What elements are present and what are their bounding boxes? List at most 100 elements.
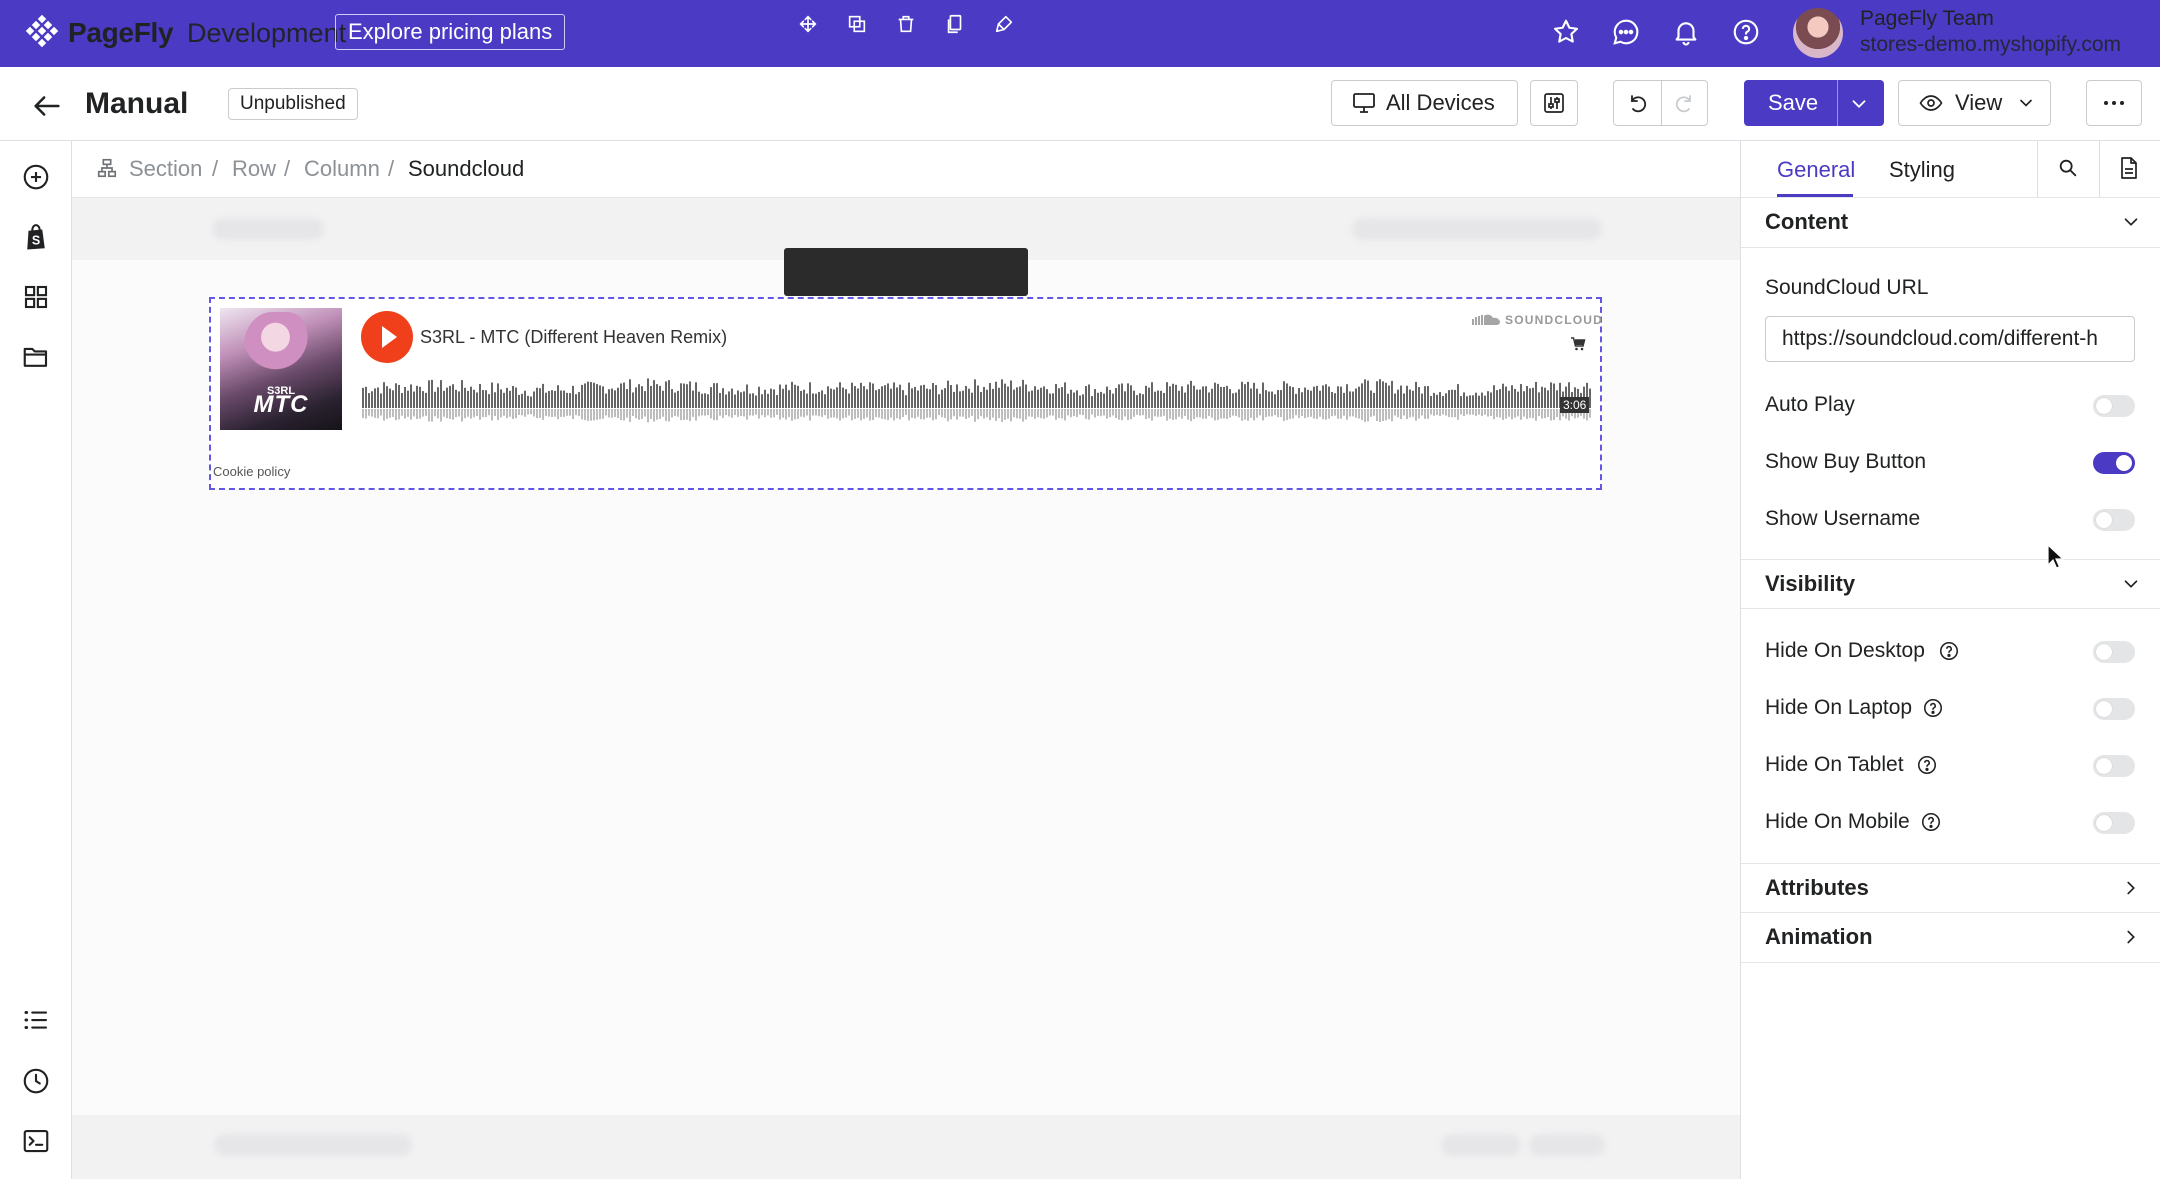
auto-play-toggle[interactable]	[2093, 395, 2135, 417]
layout-grid-icon[interactable]	[21, 282, 51, 312]
search-icon[interactable]	[2057, 157, 2079, 179]
hide-on-tablet-toggle[interactable]	[2093, 755, 2135, 777]
user-name[interactable]: PageFly Team	[1860, 5, 1994, 32]
cookie-policy-link[interactable]: Cookie policy	[213, 464, 290, 480]
folder-icon[interactable]	[21, 342, 51, 372]
track-artwork: S3RL MTC	[220, 308, 342, 430]
shopify-icon[interactable]: S	[21, 222, 51, 252]
show-username-toggle[interactable]	[2093, 509, 2135, 531]
help-icon[interactable]	[1920, 811, 1942, 833]
svg-text:S: S	[32, 234, 40, 248]
bell-icon[interactable]	[1671, 17, 1701, 47]
attributes-section-title: Attributes	[1765, 875, 1869, 900]
toggle-label: Hide On Desktop	[1765, 639, 1925, 662]
tab-styling[interactable]: Styling	[1889, 155, 1955, 185]
code-terminal-icon[interactable]	[21, 1126, 51, 1156]
placeholder-blur	[214, 1134, 412, 1156]
brand-name: PageFly	[68, 17, 174, 48]
help-icon[interactable]	[1922, 697, 1944, 719]
sliders-icon	[1542, 91, 1566, 115]
show-buy-button-toggle[interactable]	[2093, 452, 2135, 474]
more-dots-icon	[2101, 91, 2127, 115]
breadcrumb-soundcloud: Soundcloud	[408, 156, 525, 181]
chat-icon[interactable]	[1611, 17, 1641, 47]
play-button[interactable]	[361, 311, 413, 363]
more-options-button[interactable]	[2086, 80, 2142, 126]
explore-pricing-button[interactable]: Explore pricing plans	[335, 14, 566, 50]
animation-section-header[interactable]: Animation	[1741, 913, 2160, 963]
hide-on-mobile-toggle[interactable]	[2093, 812, 2135, 834]
hide-on-laptop-toggle[interactable]	[2093, 698, 2135, 720]
status-badge: Unpublished	[228, 88, 358, 120]
attributes-section-header[interactable]: Attributes	[1741, 863, 2160, 913]
breadcrumb-column[interactable]: Column	[304, 155, 380, 183]
soundcloud-url-input[interactable]: https://soundcloud.com/different-h	[1765, 316, 2135, 362]
pagefly-logo-icon[interactable]	[22, 14, 62, 54]
page-settings-button[interactable]	[1530, 80, 1578, 126]
waveform[interactable]	[362, 374, 1592, 429]
all-devices-label: All Devices	[1386, 90, 1495, 115]
undo-redo-group	[1613, 80, 1708, 126]
placeholder-blur	[212, 218, 324, 240]
breadcrumb-row[interactable]: Row	[232, 155, 276, 183]
star-icon[interactable]	[1551, 17, 1581, 47]
chevron-right-icon	[2120, 877, 2142, 899]
save-button[interactable]: Save	[1744, 80, 1884, 126]
monitor-icon	[1352, 92, 1376, 114]
help-icon[interactable]	[1938, 640, 1960, 662]
soundcloud-logo-text: SOUNDCLOUD	[1505, 313, 1603, 327]
help-icon[interactable]	[1731, 17, 1761, 47]
history-clock-icon[interactable]	[21, 1066, 51, 1096]
hide-on-desktop-toggle[interactable]	[2093, 641, 2135, 663]
view-label: View	[1955, 90, 2003, 115]
redo-button[interactable]	[1661, 81, 1707, 125]
chevron-down-icon	[2120, 211, 2142, 233]
section-tree-icon	[96, 157, 118, 179]
duplicate-icon[interactable]	[846, 13, 868, 35]
tab-general[interactable]: General	[1777, 155, 1855, 185]
toggle-label: Hide On Laptop	[1765, 696, 1913, 719]
content-section-title: Content	[1765, 209, 1849, 234]
placeholder-blur	[1529, 1134, 1605, 1156]
undo-button[interactable]	[1614, 81, 1662, 125]
content-section-header[interactable]: Content	[1741, 198, 2160, 248]
soundcloud-url-label: SoundCloud URL	[1765, 276, 1929, 299]
animation-section-title: Animation	[1765, 924, 1873, 949]
page-title: Manual	[85, 87, 189, 120]
track-title[interactable]: S3RL - MTC (Different Heaven Remix)	[420, 325, 727, 349]
copy-icon[interactable]	[944, 13, 966, 35]
layers-list-icon[interactable]	[21, 1005, 51, 1035]
toggle-label: Hide On Mobile	[1765, 810, 1910, 833]
visibility-section-header[interactable]: Visibility	[1741, 559, 2160, 609]
mouse-cursor-icon	[2047, 544, 2065, 570]
chevron-down-icon	[2016, 93, 2036, 113]
help-icon[interactable]	[1916, 754, 1938, 776]
all-devices-button[interactable]: All Devices	[1331, 80, 1518, 126]
toggle-label: Show Buy Button	[1765, 450, 1927, 473]
brand-environment: Development	[187, 18, 347, 48]
store-domain[interactable]: stores-demo.myshopify.com	[1860, 31, 2121, 58]
add-element-icon[interactable]	[21, 162, 51, 192]
move-icon[interactable]	[797, 13, 819, 35]
toggle-label: Hide On Tablet	[1765, 753, 1904, 776]
placeholder-blur	[1441, 1134, 1521, 1156]
toggle-label: Show Username	[1765, 507, 1921, 530]
back-arrow-icon[interactable]	[30, 89, 64, 123]
buy-cart-icon[interactable]	[1570, 336, 1586, 352]
chevron-down-icon	[2120, 573, 2142, 595]
visibility-section-title: Visibility	[1765, 571, 1856, 596]
soundcloud-logo-icon	[1472, 312, 1502, 326]
trash-icon[interactable]	[895, 13, 917, 35]
paint-brush-icon[interactable]	[993, 13, 1015, 35]
view-button[interactable]: View	[1898, 80, 2051, 126]
chevron-right-icon	[2120, 926, 2142, 948]
save-label: Save	[1768, 90, 1819, 115]
breadcrumb-section[interactable]: Section	[129, 155, 202, 183]
element-toolbar	[784, 248, 1028, 296]
placeholder-blur	[1352, 218, 1602, 240]
track-duration: 3:06	[1560, 397, 1590, 413]
user-avatar[interactable]	[1793, 8, 1843, 58]
eye-icon	[1919, 92, 1943, 114]
document-icon[interactable]	[2118, 156, 2140, 180]
save-options-chevron-icon[interactable]	[1848, 93, 1870, 115]
